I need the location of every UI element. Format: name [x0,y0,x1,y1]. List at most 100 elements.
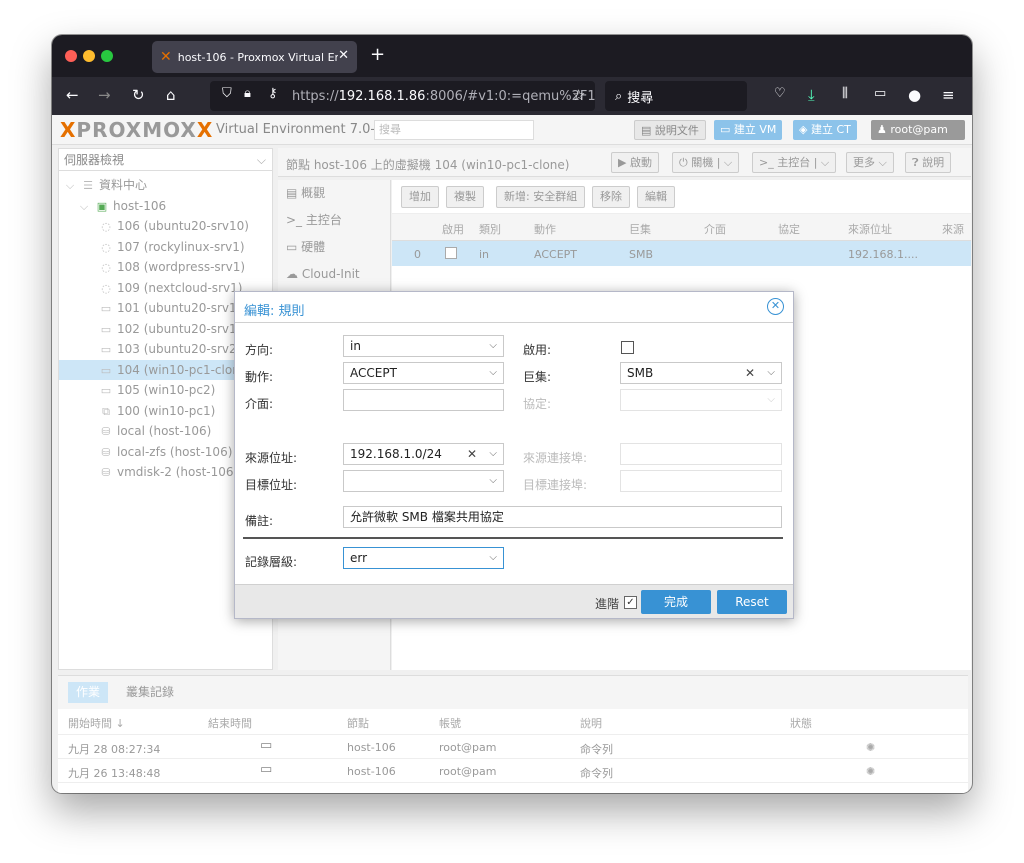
task-node: host-106 [347,741,396,754]
column-header[interactable]: 巨集 [629,221,651,237]
close-window-button[interactable] [65,50,77,62]
tab-cluster-log[interactable]: 叢集記錄 [118,682,182,703]
collapse-icon[interactable]: ⌵ [63,176,77,197]
browser-search-input[interactable]: ⌕ 搜尋 [605,81,747,111]
search-icon: ⌕ [615,88,623,104]
forward-icon[interactable]: → [98,86,111,104]
home-icon[interactable]: ⌂ [166,86,176,104]
shutdown-button[interactable]: ⏻ 關機 | ⌵ [672,152,740,173]
download-icon[interactable]: ⤓ [808,86,815,104]
dest-select[interactable]: ⌵ [343,470,504,492]
loglevel-select[interactable]: err ⌵ [343,547,504,569]
ok-button[interactable]: 完成 [641,590,711,614]
macro-select[interactable]: SMB ✕ ⌵ [620,362,782,384]
pocket-icon[interactable]: ♡ [774,86,786,101]
more-button[interactable]: 更多 ⌵ [846,152,894,173]
advanced-checkbox[interactable]: ✓ [624,596,637,609]
reset-button[interactable]: Reset [717,590,787,614]
tab-tasks[interactable]: 作業 [68,682,109,703]
table-row[interactable]: 九月 26 13:48:48 ▭ host-106 root@pam 命令列 ✺ [58,759,968,783]
protocol-label: 協定: [523,397,552,411]
vm-menu-label: 主控台 [305,213,342,227]
column-header[interactable]: 啟用 [442,221,464,237]
table-row[interactable]: 0 in ACCEPT SMB 192.168.1.... [392,241,971,266]
comment-input[interactable]: 允許微軟 SMB 檔案共用協定 [343,506,782,528]
create-vm-button[interactable]: ▭ 建立 VM [714,120,783,140]
column-header[interactable]: 開始時間 ↓ [68,715,125,731]
new-tab-icon[interactable]: + [370,44,385,65]
direction-select[interactable]: in ⌵ [343,335,504,357]
vm-menu-hardware[interactable]: ▭ 硬體 [278,234,390,261]
help-button[interactable]: ❓︎ 說明 [905,152,952,173]
sidebar-icon[interactable]: ▭ [874,86,886,101]
close-icon[interactable]: ✕ [767,298,784,315]
column-header[interactable]: 帳號 [439,715,461,731]
reload-icon[interactable]: ↻ [132,86,145,104]
start-button[interactable]: ▶ 啟動 [611,152,659,173]
action-select[interactable]: ACCEPT ⌵ [343,362,504,384]
vm-menu-summary[interactable]: ▤ 概觀 [278,180,390,207]
collapse-icon[interactable]: ⌵ [77,197,91,218]
edit-rule-button[interactable]: 編輯 [637,186,675,208]
direction-label: 方向: [245,343,274,357]
dest-port-input[interactable] [620,470,782,492]
back-icon[interactable]: ← [66,86,79,104]
source-port-input[interactable] [620,443,782,465]
tree-item-datacenter[interactable]: ⌵ ☰ 資料中心 [59,175,272,196]
server-stack-icon: ☰ [83,179,93,192]
clear-icon[interactable]: ✕ [467,444,477,464]
library-icon[interactable]: ⫼ [842,86,848,101]
tree-item-vm[interactable]: ◌ 108 (wordpress-srv1) [59,257,272,278]
minimize-window-button[interactable] [83,50,95,62]
book-icon: ▤ [641,124,655,137]
tree-item-vm[interactable]: ◌ 106 (ubuntu20-srv10) [59,216,272,237]
view-selector[interactable]: 伺服器檢視 ⌵ [59,149,272,171]
column-header[interactable]: 介面 [704,221,726,237]
tab-close-icon[interactable]: ✕ [338,48,349,63]
column-header[interactable]: 結束時間 [208,715,252,731]
tree-item-label: host-106 [113,198,167,213]
user-menu-button[interactable]: ♟ root@pam ⌵ [871,120,965,156]
tree-item-host[interactable]: ⌵ ▣ host-106 [59,196,272,217]
pve-search-input[interactable]: 搜尋 [374,120,534,140]
protocol-select[interactable]: ⌵ [620,389,782,411]
interface-input[interactable] [343,389,504,411]
copy-rule-button[interactable]: 複製 [446,186,484,208]
table-row[interactable]: 九月 28 08:27:34 ▭ host-106 root@pam 命令列 ✺ [58,735,968,759]
vm-menu-cloudinit[interactable]: ☁ Cloud-Init [278,261,390,288]
dialog-title: 編輯: 規則 [244,304,305,319]
account-icon[interactable]: ● [908,86,921,104]
column-header[interactable]: 節點 [347,715,369,731]
column-header[interactable]: 動作 [534,221,556,237]
lock-icon[interactable]: 🔒︎ [244,86,251,101]
column-header[interactable]: 來源 [942,221,964,237]
column-header[interactable]: 類別 [479,221,501,237]
create-ct-button[interactable]: ◈ 建立 CT [793,120,857,140]
clear-icon[interactable]: ✕ [745,363,755,383]
column-header[interactable]: 來源位址 [848,221,892,237]
console-button[interactable]: >_ 主控台 | ⌵ [752,152,837,173]
search-placeholder: 搜尋 [627,90,654,106]
enable-checkbox[interactable] [621,341,634,354]
menu-icon[interactable]: ≡ [942,86,955,104]
zoom-window-button[interactable] [101,50,113,62]
bookmark-star-icon[interactable]: ☆ [572,86,585,104]
rule-enabled-checkbox[interactable] [445,247,457,259]
insert-security-group-button[interactable]: 新增: 安全群組 [496,186,586,208]
container-icon: ◌ [101,240,111,254]
enable-label: 啟用: [523,343,552,357]
tree-item-vm[interactable]: ◌ 107 (rockylinux-srv1) [59,237,272,258]
column-header[interactable]: 說明 [580,715,602,731]
column-header[interactable]: 狀態 [790,715,812,731]
docs-button[interactable]: ▤ 說明文件 [634,120,706,140]
dest-label: 目標位址: [245,478,298,492]
remove-rule-button[interactable]: 移除 [592,186,630,208]
column-header[interactable]: 協定 [778,221,800,237]
browser-tab[interactable]: ✕ host-106 - Proxmox Virtual Enviro ✕ [152,41,357,73]
key-icon[interactable]: ⚷ [268,86,278,101]
source-select[interactable]: 192.168.1.0/24 ✕ ⌵ [343,443,504,465]
vm-menu-console[interactable]: >_ 主控台 [278,207,390,234]
add-rule-button[interactable]: 增加 [401,186,439,208]
shield-icon[interactable]: ⛉ [222,86,232,101]
cloud-icon: ☁ [286,267,302,281]
